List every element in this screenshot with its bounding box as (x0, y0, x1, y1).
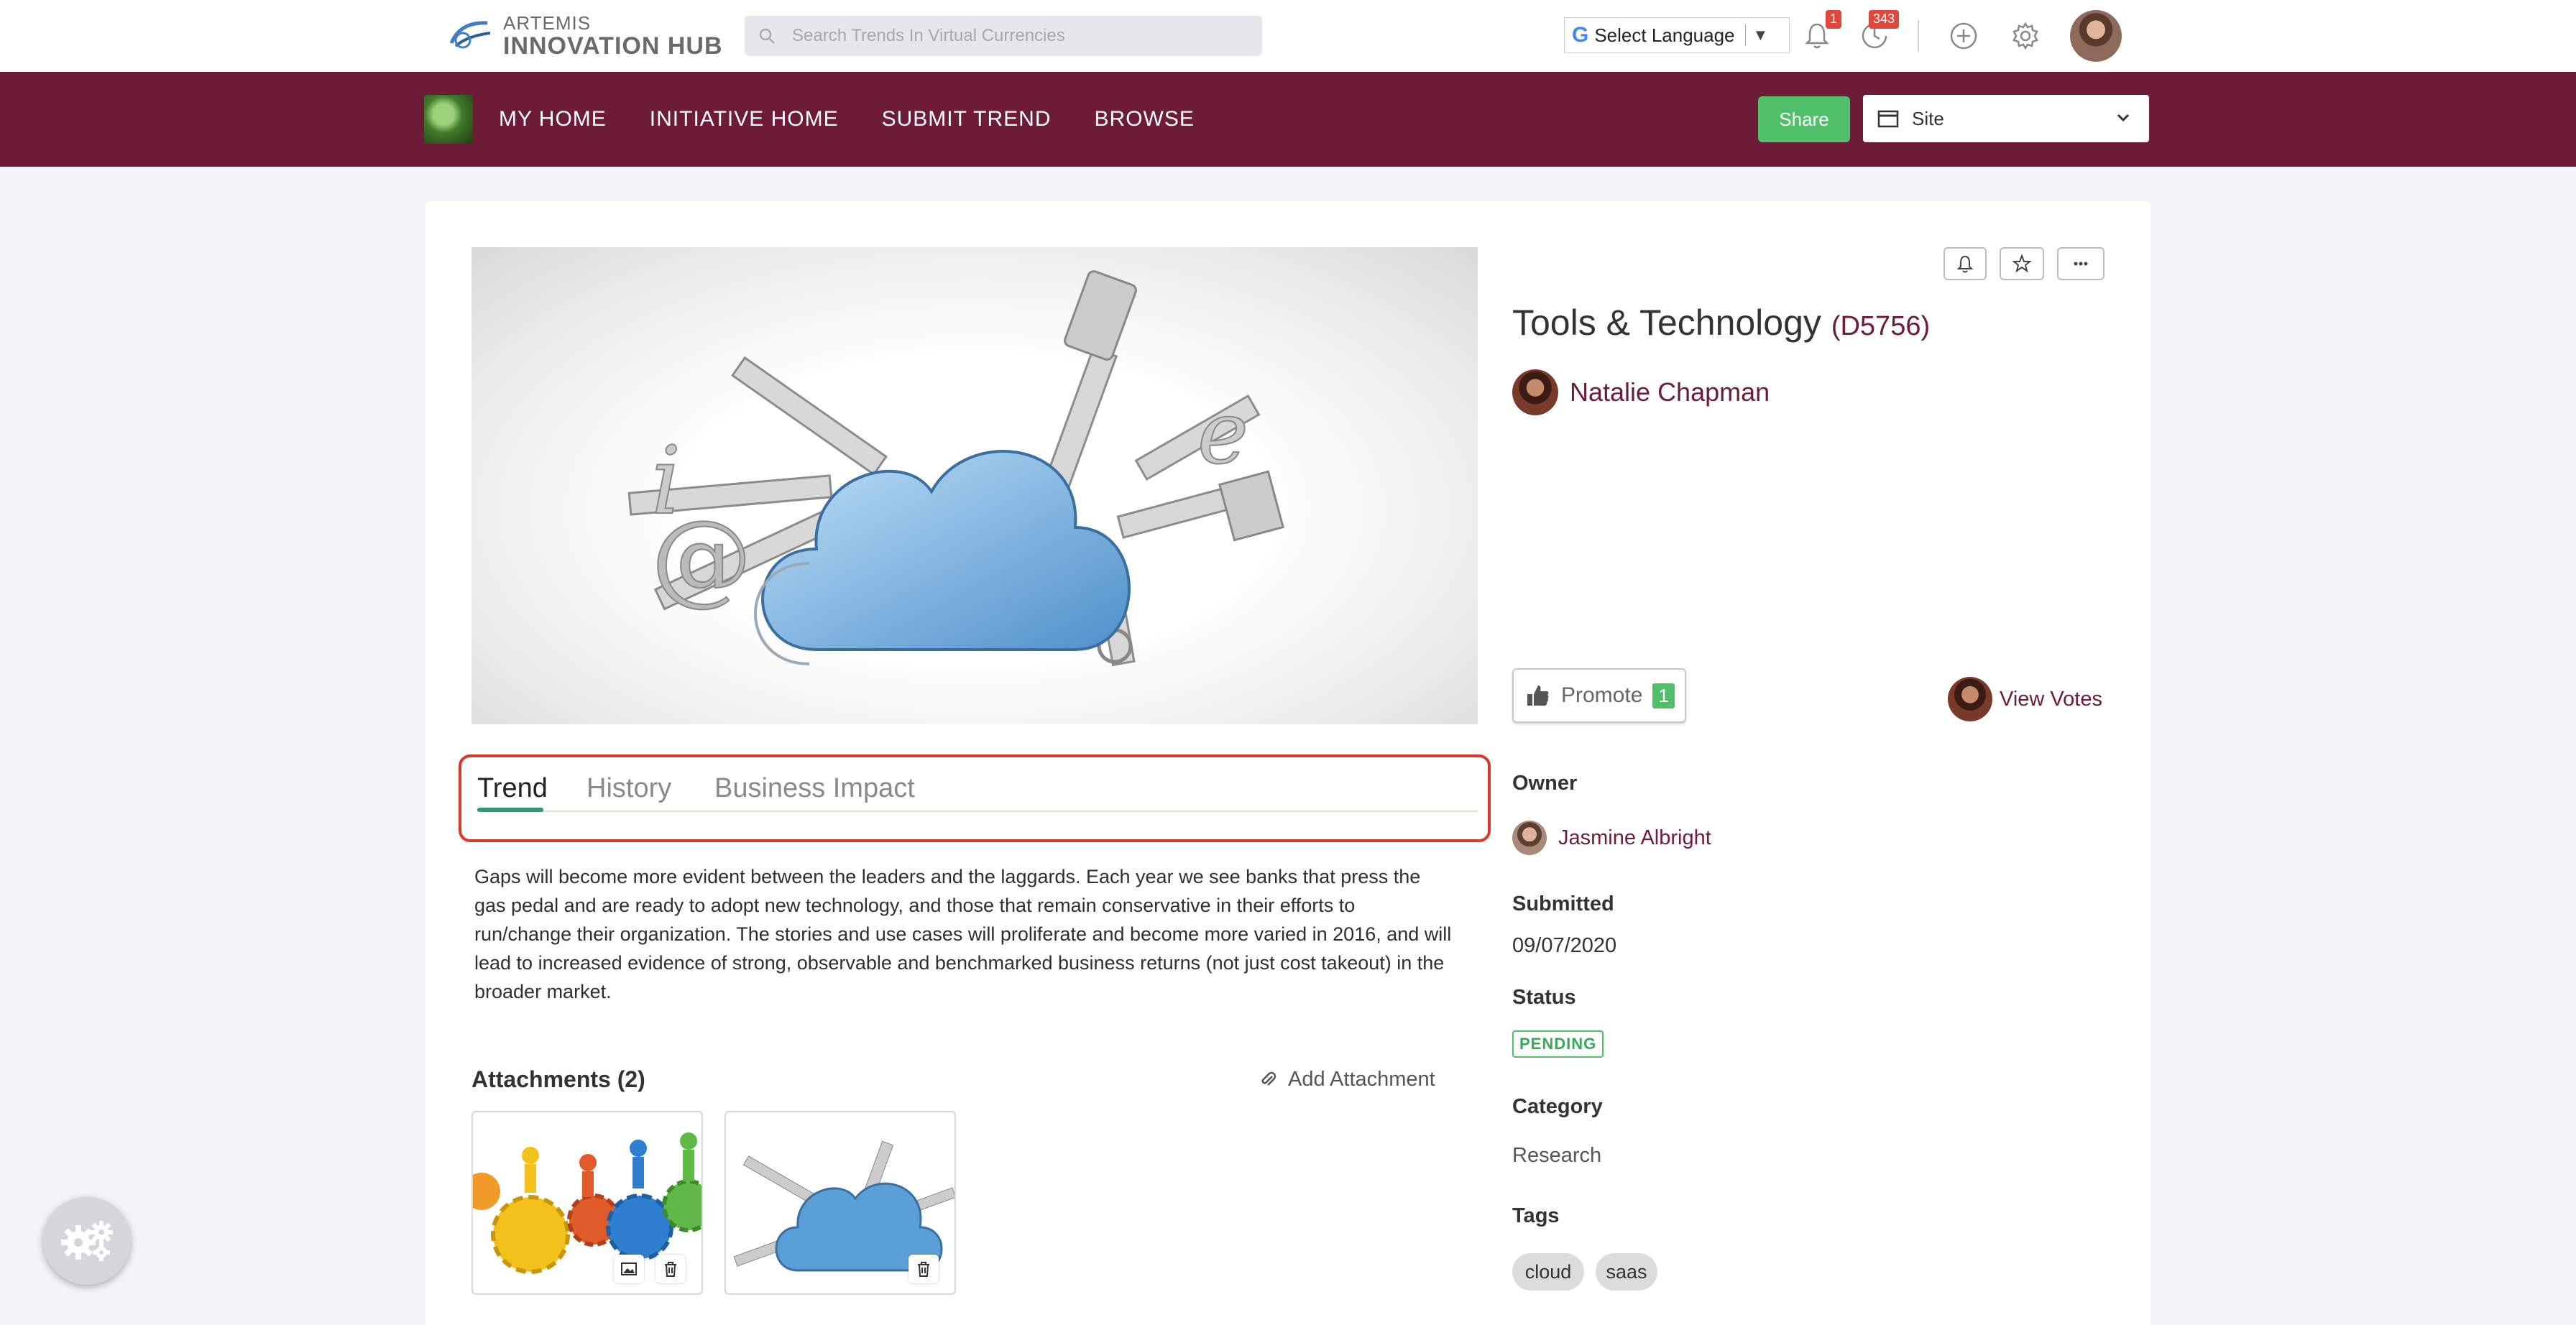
submitted-label: Submitted (1512, 892, 1614, 915)
floating-settings-button[interactable] (43, 1197, 131, 1285)
owner-name[interactable]: Jasmine Albright (1558, 826, 1711, 850)
favorite-button[interactable] (2000, 247, 2044, 280)
trash-icon (918, 1262, 929, 1277)
author-avatar (1512, 369, 1558, 415)
site-select-label: Site (1912, 107, 1944, 129)
tab-history[interactable]: History (586, 773, 671, 804)
attachment-set-image-button[interactable] (614, 1255, 644, 1283)
logo-line2: INNOVATION HUB (503, 32, 723, 60)
trend-author[interactable]: Natalie Chapman (1512, 369, 1770, 415)
svg-text:e: e (1197, 384, 1248, 484)
caret-down-icon: ▼ (1752, 26, 1769, 44)
nav-item-initiative-home[interactable]: INITIATIVE HOME (650, 107, 839, 131)
trend-title: Tools & Technology (D5756) (1512, 302, 1930, 343)
star-icon (2012, 254, 2032, 273)
attachment-delete-button[interactable] (656, 1255, 686, 1283)
image-icon (621, 1262, 637, 1275)
attachment-thumbnail-gears[interactable] (472, 1111, 703, 1295)
status-badge: PENDING (1512, 1030, 1604, 1058)
tab-business-impact[interactable]: Business Impact (714, 773, 915, 804)
nav-menu: MY HOME INITIATIVE HOME SUBMIT TREND BRO… (499, 72, 1238, 167)
ellipsis-icon (2074, 262, 2088, 266)
tab-trend[interactable]: Trend (477, 773, 548, 804)
notifications-button[interactable]: 1 (1797, 10, 1841, 56)
view-votes-link[interactable]: View Votes (1948, 677, 2102, 721)
top-header: ARTEMIS INNOVATION HUB G Select Language… (0, 0, 2576, 72)
status-label: Status (1512, 986, 1576, 1009)
trash-icon (665, 1262, 676, 1277)
trend-title-text: Tools & Technology (1512, 303, 1821, 343)
share-button[interactable]: Share (1758, 96, 1850, 142)
voter-avatar (1948, 677, 1992, 721)
activity-button[interactable]: 343 (1854, 10, 1899, 56)
nav-item-my-home[interactable]: MY HOME (499, 107, 607, 131)
attachment-delete-button[interactable] (908, 1255, 939, 1283)
language-label: Select Language (1594, 24, 1735, 46)
language-divider (1744, 24, 1746, 46)
owner-avatar (1512, 821, 1547, 855)
logo-swoosh-icon (449, 21, 491, 49)
tag-cloud[interactable]: cloud (1512, 1253, 1584, 1291)
chevron-down-icon (2117, 114, 2130, 122)
header-divider (1918, 20, 1919, 52)
bell-icon (1956, 255, 1974, 273)
hero-image: @ i e (472, 247, 1478, 724)
search-icon (759, 28, 775, 44)
tag-saas[interactable]: saas (1596, 1253, 1657, 1291)
category-label: Category (1512, 1095, 1603, 1118)
promote-count: 1 (1652, 683, 1675, 708)
promote-button[interactable]: Promote 1 (1512, 668, 1686, 723)
logo-line1: ARTEMIS (503, 12, 592, 34)
site-select[interactable]: Site (1863, 95, 2149, 142)
attachments-title: Attachments (2) (472, 1066, 645, 1092)
active-tab-indicator (477, 808, 543, 812)
search-bar[interactable] (745, 16, 1262, 56)
category-value: Research (1512, 1144, 1602, 1167)
gear-icon (2012, 22, 2038, 50)
paperclip-icon (1261, 1071, 1276, 1086)
settings-button[interactable] (2005, 16, 2046, 56)
google-g-icon: G (1572, 23, 1589, 47)
search-input[interactable] (792, 26, 1223, 46)
add-attachment-label: Add Attachment (1288, 1068, 1435, 1091)
view-votes-label: View Votes (2000, 687, 2102, 711)
more-options-button[interactable] (2057, 247, 2104, 280)
nav-item-browse[interactable]: BROWSE (1095, 107, 1195, 131)
promote-label: Promote (1561, 683, 1643, 707)
language-selector[interactable]: G Select Language ▼ (1564, 17, 1790, 53)
owner-label: Owner (1512, 772, 1578, 795)
tabs-baseline (477, 811, 1478, 812)
activity-badge: 343 (1868, 10, 1899, 29)
calendar-icon (1877, 110, 1899, 128)
notifications-badge: 1 (1825, 10, 1841, 29)
nav-item-submit-trend[interactable]: SUBMIT TREND (882, 107, 1052, 131)
initiative-logo[interactable] (424, 95, 473, 144)
thumbs-up-icon (1527, 685, 1549, 706)
attachment-thumbnail-cloud[interactable] (724, 1111, 956, 1295)
add-button[interactable] (1944, 16, 1984, 56)
plus-circle-icon (1950, 22, 1977, 50)
gears-icon (61, 1221, 113, 1261)
cloud-tools-illustration: @ i e (627, 270, 1284, 667)
trend-code: (D5756) (1831, 311, 1931, 341)
author-name[interactable]: Natalie Chapman (1570, 377, 1770, 407)
submitted-date: 09/07/2020 (1512, 934, 1617, 957)
trend-description: Gaps will become more evident between th… (474, 866, 1452, 1002)
svg-text:i: i (651, 426, 681, 535)
follow-button[interactable] (1944, 247, 1987, 280)
artemis-logo[interactable]: ARTEMIS INNOVATION HUB (446, 13, 723, 59)
user-avatar[interactable] (2070, 10, 2122, 62)
owner[interactable]: Jasmine Albright (1512, 821, 1711, 855)
add-attachment-button[interactable]: Add Attachment (1258, 1068, 1435, 1091)
main-navbar: MY HOME INITIATIVE HOME SUBMIT TREND BRO… (0, 72, 2576, 167)
tags-label: Tags (1512, 1204, 1560, 1227)
